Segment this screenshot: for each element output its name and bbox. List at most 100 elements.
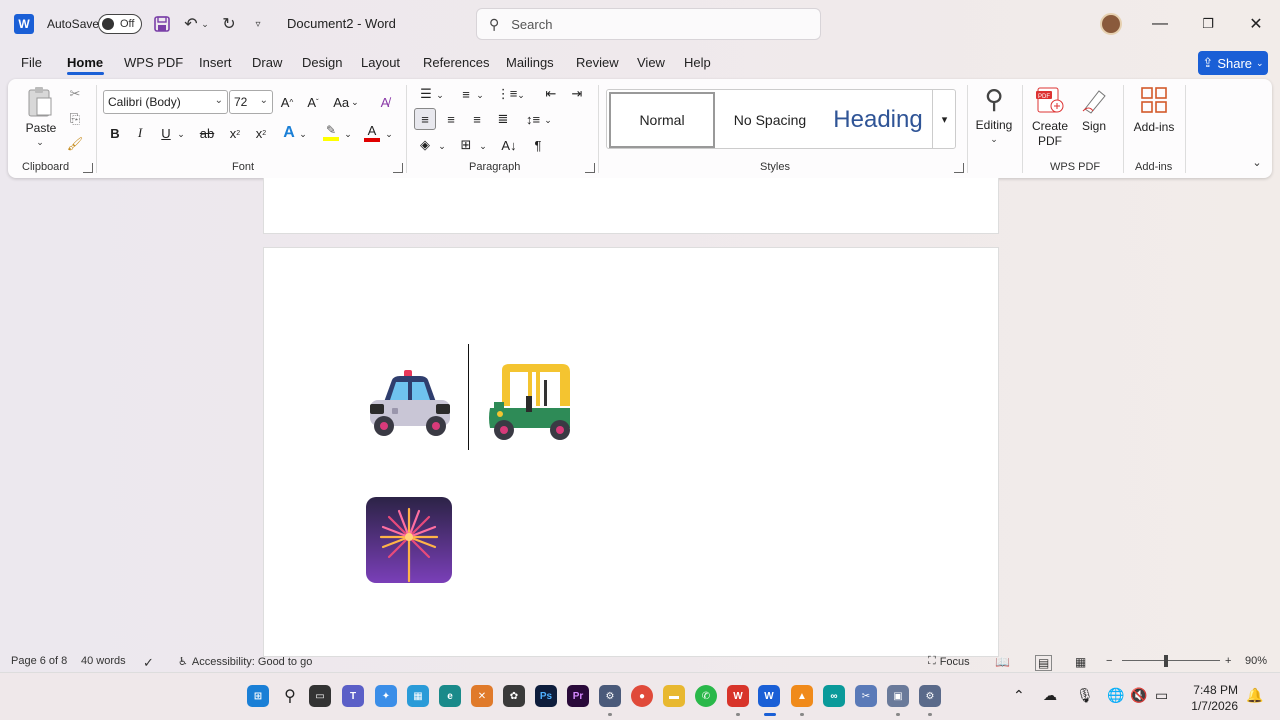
premiere-icon[interactable]: Pr xyxy=(567,685,589,707)
vlc-icon[interactable]: ▲ xyxy=(791,685,813,707)
clipboard-launcher-icon[interactable] xyxy=(83,163,93,173)
arduino-icon[interactable]: ∞ xyxy=(823,685,845,707)
battery-icon[interactable]: ▭ xyxy=(1155,687,1168,704)
create-pdf-label[interactable]: Create PDF xyxy=(1026,119,1074,149)
explorer-app-icon[interactable]: ⚙ xyxy=(599,685,621,707)
windows-start-icon[interactable]: ⊞ xyxy=(247,685,269,707)
numbering-dropdown-icon[interactable]: ⌄ xyxy=(474,84,486,106)
undo-dropdown-icon[interactable]: ⌄ xyxy=(199,13,211,35)
borders-dropdown-icon[interactable]: ⌄ xyxy=(477,135,489,157)
borders-icon[interactable]: ⊞ xyxy=(455,134,477,156)
zoom-in-icon[interactable]: + xyxy=(1225,655,1231,667)
shrink-font-icon[interactable]: Aˇ xyxy=(302,91,324,113)
tray-overflow-icon[interactable]: ⌃ xyxy=(1013,687,1025,704)
close-icon[interactable]: ✕ xyxy=(1242,12,1270,36)
style-no-spacing[interactable]: No Spacing xyxy=(717,92,823,148)
edge-icon[interactable]: e xyxy=(439,685,461,707)
underline-icon[interactable]: U xyxy=(155,122,177,144)
microphone-icon[interactable]: 🎙 xyxy=(1076,687,1094,704)
collapse-ribbon-icon[interactable]: ⌄ xyxy=(1250,155,1264,169)
font-size-combo[interactable]: 72 ⌄ xyxy=(229,90,273,114)
snipping-tool-icon[interactable]: ✂ xyxy=(855,685,877,707)
line-spacing-icon[interactable]: ↕≡ xyxy=(522,108,544,130)
align-center-icon[interactable]: ≡ xyxy=(440,108,462,130)
print-layout-icon[interactable]: ▤ xyxy=(1035,655,1053,671)
focus-button[interactable]: ⛶ Focus xyxy=(928,655,970,668)
bullets-dropdown-icon[interactable]: ⌄ xyxy=(434,84,446,106)
store-icon[interactable]: ▦ xyxy=(407,685,429,707)
underline-dropdown-icon[interactable]: ⌄ xyxy=(175,123,187,145)
style-heading[interactable]: Heading xyxy=(823,92,933,148)
superscript-icon[interactable]: x2 xyxy=(250,122,272,144)
page-count[interactable]: Page 6 of 8 xyxy=(11,655,67,667)
style-normal[interactable]: Normal xyxy=(609,92,715,148)
zoom-slider[interactable] xyxy=(1122,660,1220,661)
italic-icon[interactable]: I xyxy=(129,122,151,144)
highlight-icon[interactable]: ✎ xyxy=(320,121,342,143)
editing-label[interactable]: Editing xyxy=(972,118,1016,133)
tab-review[interactable]: Review xyxy=(576,55,619,70)
change-case-button[interactable]: Aa ⌄ xyxy=(331,91,361,113)
styles-more-icon[interactable]: ▾ xyxy=(932,89,956,149)
line-spacing-dropdown-icon[interactable]: ⌄ xyxy=(542,109,554,131)
document-page[interactable] xyxy=(263,247,999,657)
highlight-dropdown-icon[interactable]: ⌄ xyxy=(342,123,354,145)
sign-icon[interactable] xyxy=(1079,85,1109,115)
show-formatting-icon[interactable]: ¶ xyxy=(527,134,549,156)
tab-layout[interactable]: Layout xyxy=(361,55,400,70)
notifications-icon[interactable]: 🔔 xyxy=(1246,687,1263,704)
find-magnifier-icon[interactable]: ⚲ xyxy=(978,83,1010,115)
copilot-icon[interactable]: ✦ xyxy=(375,685,397,707)
copy-icon[interactable]: ⎘ xyxy=(66,110,84,128)
customize-toolbar-icon[interactable]: ▿ xyxy=(247,13,269,35)
increase-indent-icon[interactable]: ⇥ xyxy=(566,83,588,105)
read-mode-icon[interactable]: 📖 xyxy=(995,655,1010,669)
multilevel-dropdown-icon[interactable]: ⌄ xyxy=(515,84,527,106)
tab-mailings[interactable]: Mailings xyxy=(506,55,554,70)
task-view-icon[interactable]: ▭ xyxy=(309,685,331,707)
font-name-combo[interactable]: Calibri (Body) ⌄ xyxy=(103,90,228,114)
chrome-icon[interactable]: ● xyxy=(631,685,653,707)
font-color-icon[interactable]: A xyxy=(361,121,383,143)
clear-formatting-icon[interactable]: A̸ xyxy=(374,91,396,113)
photoshop-icon[interactable]: Ps xyxy=(535,685,557,707)
system-clock[interactable]: 7:48 PM 1/7/2026 xyxy=(1186,682,1238,714)
zoom-slider-thumb[interactable] xyxy=(1164,655,1168,667)
user-avatar[interactable] xyxy=(1100,13,1122,35)
accessibility-status[interactable]: ♿ Accessibility: Good to go xyxy=(178,655,312,669)
wps-icon[interactable]: W xyxy=(727,685,749,707)
share-button[interactable]: ⇪ Share ⌄ xyxy=(1198,51,1268,75)
proofing-icon[interactable]: ✓ xyxy=(143,655,154,671)
word-taskbar-icon[interactable]: W xyxy=(758,685,780,707)
web-layout-icon[interactable]: ▦ xyxy=(1075,655,1086,669)
paste-label[interactable]: Paste xyxy=(24,121,58,136)
styles-launcher-icon[interactable] xyxy=(954,163,964,173)
font-color-dropdown-icon[interactable]: ⌄ xyxy=(383,123,395,145)
app-icon[interactable]: ✿ xyxy=(503,685,525,707)
xampp-icon[interactable]: ✕ xyxy=(471,685,493,707)
add-ins-icon[interactable] xyxy=(1139,85,1169,115)
tab-help[interactable]: Help xyxy=(684,55,711,70)
format-painter-icon[interactable]: 🖌 xyxy=(66,135,84,153)
file-explorer-icon[interactable]: ▬ xyxy=(663,685,685,707)
tab-references[interactable]: References xyxy=(423,55,489,70)
align-left-icon[interactable]: ≡ xyxy=(414,108,436,130)
tab-design[interactable]: Design xyxy=(302,55,342,70)
grow-font-icon[interactable]: A ^ xyxy=(276,91,298,113)
font-launcher-icon[interactable] xyxy=(393,163,403,173)
network-globe-icon[interactable]: 🌐 xyxy=(1107,687,1124,704)
tab-wps-pdf[interactable]: WPS PDF xyxy=(124,55,183,70)
decrease-indent-icon[interactable]: ⇤ xyxy=(540,83,562,105)
strikethrough-icon[interactable]: ab xyxy=(196,122,218,144)
search-box[interactable]: ⚲ Search xyxy=(476,8,821,40)
restore-icon[interactable]: ❐ xyxy=(1194,12,1222,36)
taskbar-search-icon[interactable]: ⚲ xyxy=(279,685,301,707)
text-effects-dropdown-icon[interactable]: ⌄ xyxy=(297,123,309,145)
paragraph-launcher-icon[interactable] xyxy=(585,163,595,173)
tab-file[interactable]: File xyxy=(21,55,42,70)
tab-insert[interactable]: Insert xyxy=(199,55,232,70)
redo-icon[interactable]: ↻ xyxy=(218,13,240,35)
shading-icon[interactable]: ◈ xyxy=(414,134,436,156)
paste-icon[interactable] xyxy=(26,85,54,119)
volume-muted-icon[interactable]: 🔇 xyxy=(1130,687,1147,704)
